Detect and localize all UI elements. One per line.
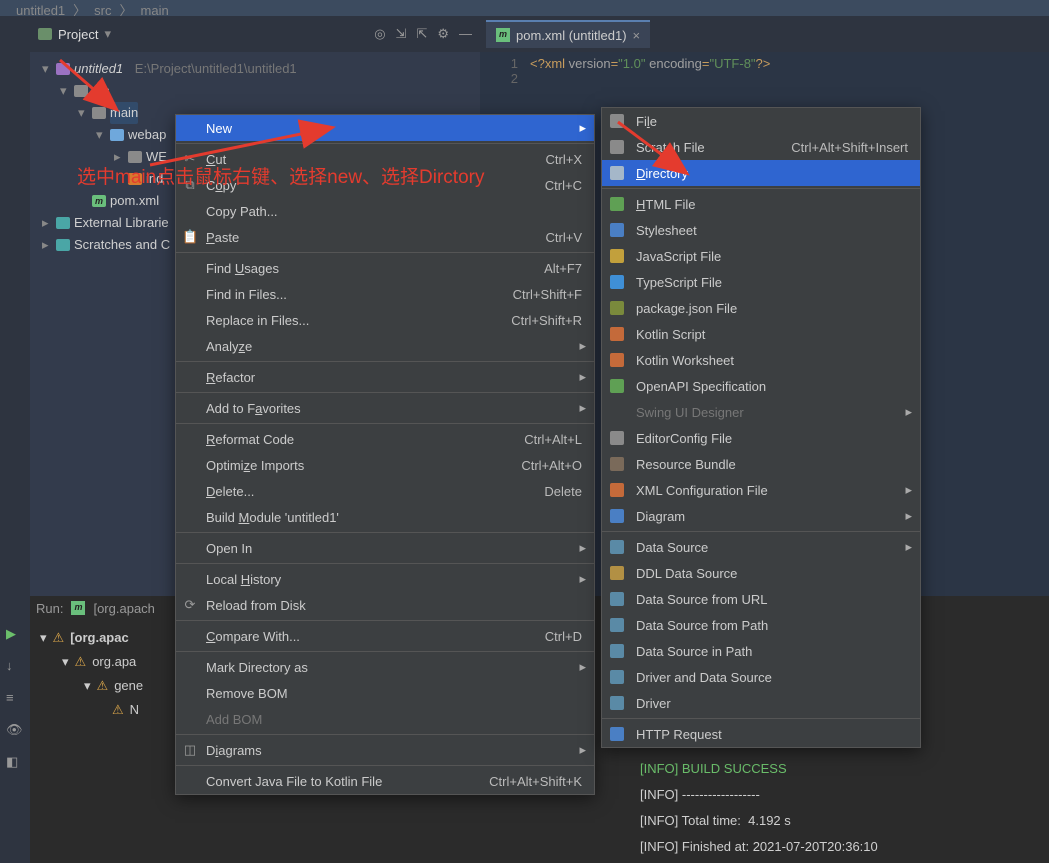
sub-package-json[interactable]: package.json File: [602, 295, 920, 321]
menu-mark-dir[interactable]: Mark Directory as▸: [176, 654, 594, 680]
editor-tabs: m pom.xml (untitled1) ×: [480, 16, 1049, 52]
project-icon: [38, 28, 52, 40]
target-icon[interactable]: ◎: [374, 26, 385, 42]
menu-refactor[interactable]: Refactor▸: [176, 364, 594, 390]
sub-stylesheet[interactable]: Stylesheet: [602, 217, 920, 243]
sub-driver-ds[interactable]: Driver and Data Source: [602, 664, 920, 690]
menu-optimize-imports[interactable]: Optimize ImportsCtrl+Alt+O: [176, 452, 594, 478]
sub-kotlin-script[interactable]: Kotlin Script: [602, 321, 920, 347]
project-label: Project: [58, 27, 98, 42]
menu-cut[interactable]: ✂CutCtrl+X: [176, 146, 594, 172]
menu-find-in-files[interactable]: Find in Files...Ctrl+Shift+F: [176, 281, 594, 307]
sub-ddl-data-source[interactable]: DDL Data Source: [602, 560, 920, 586]
menu-copy[interactable]: ⧉CopyCtrl+C: [176, 172, 594, 198]
hide-icon[interactable]: —: [459, 26, 472, 42]
expand-icon[interactable]: ⇲: [396, 26, 407, 42]
sub-swing[interactable]: Swing UI Designer▸: [602, 399, 920, 425]
tree-ind[interactable]: ind: [146, 168, 163, 190]
filter-icon[interactable]: ≡: [6, 690, 24, 708]
menu-compare[interactable]: Compare With...Ctrl+D: [176, 623, 594, 649]
sub-directory[interactable]: Directory: [602, 160, 920, 186]
sub-file[interactable]: File: [602, 108, 920, 134]
tree-main[interactable]: main: [110, 102, 138, 124]
tree-src[interactable]: src: [92, 80, 109, 102]
menu-reformat[interactable]: Reformat CodeCtrl+Alt+L: [176, 426, 594, 452]
tree-external[interactable]: External Librarie: [74, 212, 169, 234]
gear-icon[interactable]: ⚙: [437, 26, 449, 42]
run-gutter: ▶ ↓ ≡ 👁 ◧: [0, 596, 30, 863]
new-submenu[interactable]: File Scratch FileCtrl+Alt+Shift+Insert D…: [601, 107, 921, 748]
menu-add-bom[interactable]: Add BOM: [176, 706, 594, 732]
menu-add-favorites[interactable]: Add to Favorites▸: [176, 395, 594, 421]
camera-icon[interactable]: ◧: [6, 754, 24, 772]
menu-local-history[interactable]: Local History▸: [176, 566, 594, 592]
menu-delete[interactable]: Delete...Delete: [176, 478, 594, 504]
tree-we[interactable]: WE: [146, 146, 167, 168]
left-gutter: [0, 16, 30, 596]
tree-pom[interactable]: pom.xml: [110, 190, 159, 212]
sub-kotlin-worksheet[interactable]: Kotlin Worksheet: [602, 347, 920, 373]
sub-ds-in-path[interactable]: Data Source in Path: [602, 638, 920, 664]
breadcrumb: untitled1〉src〉main: [0, 0, 1049, 16]
menu-build[interactable]: Build Module 'untitled1': [176, 504, 594, 530]
sub-ds-path[interactable]: Data Source from Path: [602, 612, 920, 638]
context-menu[interactable]: New▸ ✂CutCtrl+X ⧉CopyCtrl+C Copy Path...…: [175, 114, 595, 795]
eye-icon[interactable]: 👁: [6, 722, 24, 740]
menu-new[interactable]: New▸: [176, 115, 594, 141]
menu-reload[interactable]: ⟳Reload from Disk: [176, 592, 594, 618]
sub-diagram[interactable]: Diagram▸: [602, 503, 920, 529]
collapse-icon[interactable]: ⇱: [416, 26, 427, 42]
sub-http-request[interactable]: HTTP Request: [602, 721, 920, 747]
menu-open-in[interactable]: Open In▸: [176, 535, 594, 561]
sub-openapi[interactable]: OpenAPI Specification: [602, 373, 920, 399]
project-header[interactable]: Project ▾ ◎ ⇲ ⇱ ⚙ —: [30, 16, 480, 52]
sub-ts[interactable]: TypeScript File: [602, 269, 920, 295]
sub-editorconfig[interactable]: EditorConfig File: [602, 425, 920, 451]
menu-analyze[interactable]: Analyze▸: [176, 333, 594, 359]
menu-convert-kotlin[interactable]: Convert Java File to Kotlin FileCtrl+Alt…: [176, 768, 594, 794]
sub-resource-bundle[interactable]: Resource Bundle: [602, 451, 920, 477]
stop-icon[interactable]: ↓: [6, 658, 24, 676]
menu-paste[interactable]: 📋PasteCtrl+V: [176, 224, 594, 250]
tab-pom[interactable]: m pom.xml (untitled1) ×: [486, 20, 650, 48]
sub-html[interactable]: HTML File: [602, 191, 920, 217]
menu-diagrams[interactable]: ◫Diagrams▸: [176, 737, 594, 763]
tree-root[interactable]: untitled1: [74, 58, 123, 80]
sub-data-source[interactable]: Data Source▸: [602, 534, 920, 560]
tree-scratches[interactable]: Scratches and C: [74, 234, 170, 256]
sub-xml-config[interactable]: XML Configuration File▸: [602, 477, 920, 503]
sub-js[interactable]: JavaScript File: [602, 243, 920, 269]
sub-ds-url[interactable]: Data Source from URL: [602, 586, 920, 612]
menu-replace-in-files[interactable]: Replace in Files...Ctrl+Shift+R: [176, 307, 594, 333]
sub-scratch[interactable]: Scratch FileCtrl+Alt+Shift+Insert: [602, 134, 920, 160]
tree-webapp[interactable]: webap: [128, 124, 166, 146]
menu-copy-path[interactable]: Copy Path...: [176, 198, 594, 224]
sub-driver[interactable]: Driver: [602, 690, 920, 716]
menu-find-usages[interactable]: Find UsagesAlt+F7: [176, 255, 594, 281]
close-icon[interactable]: ×: [633, 28, 641, 43]
run-icon[interactable]: ▶: [6, 626, 24, 644]
menu-remove-bom[interactable]: Remove BOM: [176, 680, 594, 706]
